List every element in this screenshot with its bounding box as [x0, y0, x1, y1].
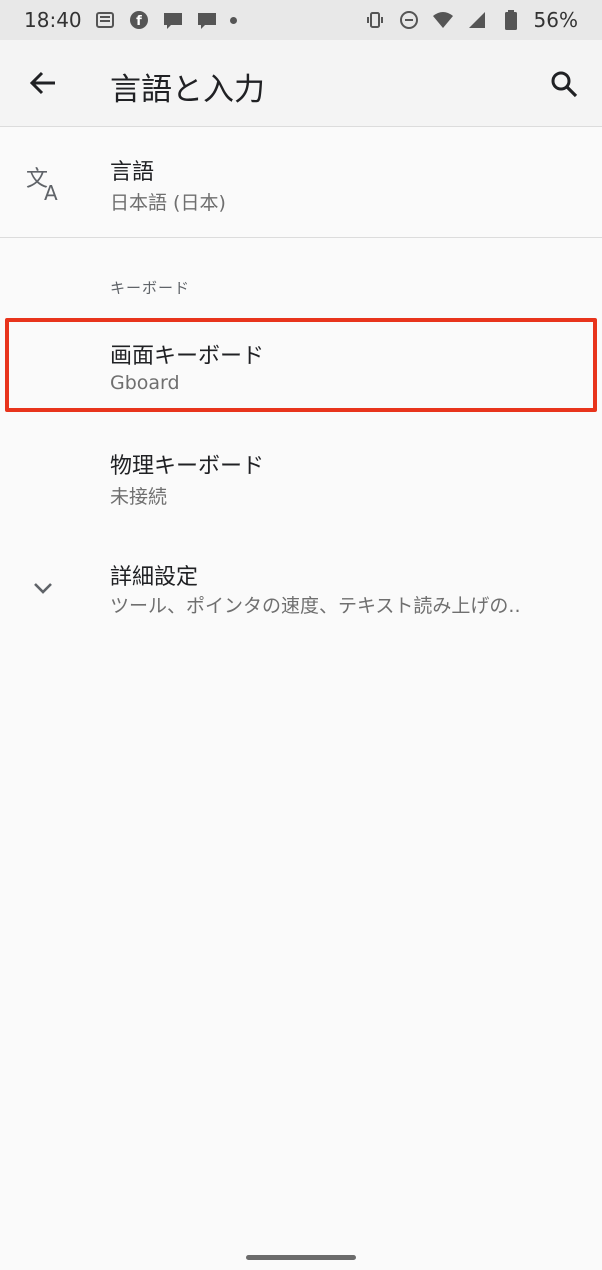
line-manga-icon	[162, 9, 184, 31]
signal-icon	[466, 9, 488, 31]
advanced-settings-row[interactable]: 詳細設定 ツール、ポインタの速度、テキスト読み上げの..	[0, 545, 602, 635]
app-bar: 言語と入力	[0, 40, 602, 127]
page-title: 言語と入力	[110, 72, 265, 108]
physical-keyboard-title: 物理キーボード	[110, 454, 265, 479]
advanced-subtitle: ツール、ポインタの速度、テキスト読み上げの..	[110, 595, 521, 617]
arrow-back-icon	[29, 71, 55, 95]
physical-keyboard-subtitle: 未接続	[110, 486, 168, 508]
line-manga-icon-2	[196, 9, 218, 31]
do-not-disturb-icon	[398, 9, 420, 31]
keyboard-section-header: キーボード	[110, 279, 191, 297]
language-setting-row[interactable]: 文 A 言語 日本語 (日本)	[0, 128, 602, 238]
physical-keyboard-row[interactable]: 物理キーボード 未接続	[0, 432, 602, 522]
highlight-annotation-box	[5, 318, 597, 412]
status-time: 18:40	[24, 8, 82, 32]
svg-text:f: f	[136, 14, 142, 29]
status-bar: 18:40 f 56%	[0, 0, 602, 40]
battery-percent: 56%	[533, 8, 578, 32]
svg-text:A: A	[44, 181, 58, 204]
status-right: 56%	[364, 8, 578, 32]
status-left: 18:40 f	[24, 8, 237, 32]
gesture-nav-handle[interactable]	[246, 1255, 356, 1260]
wifi-icon	[432, 9, 454, 31]
advanced-title: 詳細設定	[110, 565, 199, 590]
vibrate-icon	[364, 9, 386, 31]
language-subtitle: 日本語 (日本)	[110, 192, 226, 214]
back-button[interactable]	[26, 66, 60, 100]
search-icon	[551, 71, 578, 98]
notification-dot	[229, 16, 237, 24]
news-icon	[94, 9, 116, 31]
facebook-icon: f	[128, 9, 150, 31]
language-title: 言語	[110, 160, 155, 185]
chevron-down-icon	[34, 583, 52, 594]
battery-icon	[500, 9, 522, 31]
search-button[interactable]	[546, 66, 582, 102]
translate-icon: 文 A	[26, 167, 58, 204]
